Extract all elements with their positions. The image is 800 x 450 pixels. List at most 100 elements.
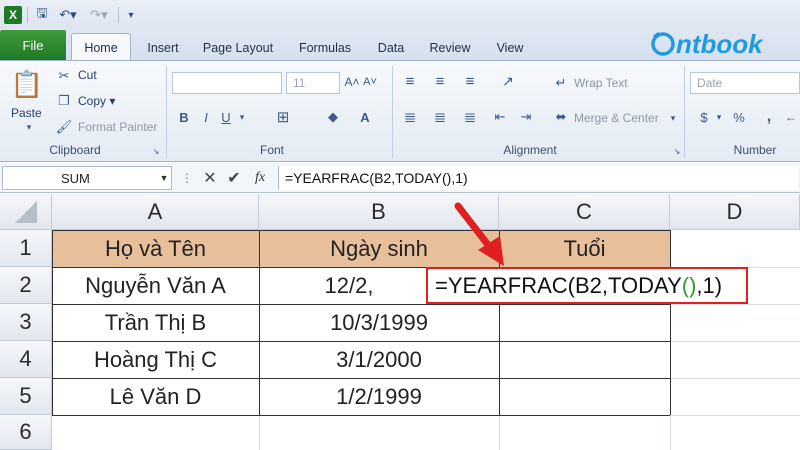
align-left-icon[interactable]: ≣ [400,108,420,126]
row-header-5[interactable]: 5 [0,378,52,415]
formula-paren: () [681,272,697,298]
decimal-icon[interactable]: ← [784,108,798,126]
tab-page-layout[interactable]: Page Layout [198,36,278,60]
tab-view[interactable]: View [488,36,532,60]
chevron-down-icon[interactable]: ▾ [714,108,724,126]
tab-insert[interactable]: Insert [140,36,186,60]
row-header-3[interactable]: 3 [0,304,52,341]
chevron-down-icon[interactable]: ▾ [22,122,36,132]
orientation-icon[interactable]: ↗ [498,72,518,90]
borders-icon[interactable]: ⊞ [274,108,292,126]
align-right-icon[interactable]: ≣ [460,108,480,126]
paste-button[interactable]: Paste [11,106,42,120]
comma-style-button[interactable]: , [760,108,778,126]
tab-formulas[interactable]: Formulas [292,36,358,60]
decrease-indent-icon[interactable]: ⇤ [490,108,510,126]
table-cell-age[interactable] [499,378,670,415]
cancel-icon[interactable]: ✕ [202,168,218,188]
copy-button[interactable]: Copy ▾ [78,94,115,108]
wrap-text-icon[interactable]: ↵ [552,74,570,92]
cell-formula-editor[interactable]: =YEARFRAC(B2,TODAY() ,1) [426,267,748,304]
align-bottom-icon[interactable]: ≡ [460,72,480,90]
enter-icon[interactable]: ✔ [226,168,242,188]
currency-button[interactable]: $ [696,108,712,126]
chevron-down-icon[interactable]: ▾ [668,111,678,125]
logo-icon [651,31,675,56]
shrink-font-icon[interactable]: A˅ [362,74,378,90]
formula-input[interactable]: =YEARFRAC(B2,TODAY(),1) [278,166,798,190]
save-icon[interactable]: 🖫 [33,5,51,24]
font-color-icon[interactable]: A [356,108,374,126]
number-format-select[interactable]: Date [690,72,800,94]
gridline [499,415,500,450]
dialog-launcher-icon[interactable]: ↘ [672,146,682,156]
italic-button[interactable]: I [198,108,214,126]
font-name-input[interactable] [172,72,282,94]
table-cell-age[interactable] [499,341,670,378]
align-middle-icon[interactable]: ≡ [430,72,450,90]
table-cell-age[interactable] [499,304,670,341]
bold-button[interactable]: B [176,108,192,126]
gridline [670,341,800,342]
cut-icon[interactable]: ✂ [56,68,72,84]
row-header-4[interactable]: 4 [0,341,52,378]
format-painter-icon[interactable]: 🖌 [56,119,73,135]
wrap-text-button[interactable]: Wrap Text [574,76,628,90]
divider [684,66,685,158]
paste-icon[interactable]: 📋 [11,66,43,102]
percent-button[interactable]: % [730,108,748,126]
group-label-clipboard: Clipboard [49,143,101,157]
column-header-a[interactable]: A [52,194,259,230]
name-box[interactable]: SUM [2,166,172,190]
table-cell-date[interactable]: 12/2, [259,267,439,304]
red-arrow-icon [454,202,504,266]
align-center-icon[interactable]: ≣ [430,108,450,126]
excel-icon[interactable]: X [4,6,22,24]
row-header-2[interactable]: 2 [0,267,52,304]
table-cell-name[interactable]: Hoàng Thị C [52,341,259,378]
cut-button[interactable]: Cut [78,68,97,82]
dialog-launcher-icon[interactable]: ↘ [151,146,161,156]
group-label-font: Font [259,143,284,157]
table-border [52,415,670,416]
increase-indent-icon[interactable]: ⇥ [516,108,536,126]
divider [392,66,393,158]
table-cell-date[interactable]: 1/2/1999 [259,378,499,415]
column-header-c[interactable]: C [499,194,670,230]
underline-button[interactable]: U [218,108,234,126]
merge-icon[interactable]: ⬌ [552,108,570,126]
table-border [52,230,670,231]
resize-handle-icon[interactable]: ⋮ [180,170,194,186]
tab-data[interactable]: Data [370,36,412,60]
row-header-1[interactable]: 1 [0,230,52,267]
format-painter-button[interactable]: Format Painter [78,120,157,134]
formula-suffix: ,1) [696,272,723,298]
select-all-corner[interactable] [0,194,52,230]
table-cell-date[interactable]: 3/1/2000 [259,341,499,378]
table-header-cell[interactable]: Họ và Tên [52,230,259,267]
font-size-input[interactable]: 11 [286,72,340,94]
table-cell-name[interactable]: Trần Thị B [52,304,259,341]
column-header-d[interactable]: D [670,194,800,230]
tab-file[interactable]: File [0,30,66,60]
table-header-cell[interactable]: Tuổi [499,230,670,267]
merge-center-button[interactable]: Merge & Center [574,111,659,125]
table-cell-date[interactable]: 10/3/1999 [259,304,499,341]
table-cell-name[interactable]: Lê Văn D [52,378,259,415]
chevron-down-icon[interactable]: ▾ [236,108,248,126]
group-label-number: Number [733,143,777,157]
row-header-6[interactable]: 6 [0,415,52,450]
chevron-down-icon[interactable]: ▼ [158,170,170,186]
table-cell-name[interactable]: Nguyễn Văn A [52,267,259,304]
customize-icon[interactable]: ▾ [124,6,138,24]
grow-font-icon[interactable]: A˄ [344,74,360,90]
redo-icon[interactable]: ↷▾ [88,6,110,24]
tab-review[interactable]: Review [424,36,476,60]
align-top-icon[interactable]: ≡ [400,72,420,90]
insert-function-button[interactable]: fx [250,168,270,188]
fill-color-icon[interactable]: ◆ [324,108,342,126]
tab-home[interactable]: Home [71,33,131,61]
logo: ntbook [650,26,770,62]
copy-icon[interactable]: ❐ [56,93,72,109]
undo-icon[interactable]: ↶▾ [57,6,79,24]
